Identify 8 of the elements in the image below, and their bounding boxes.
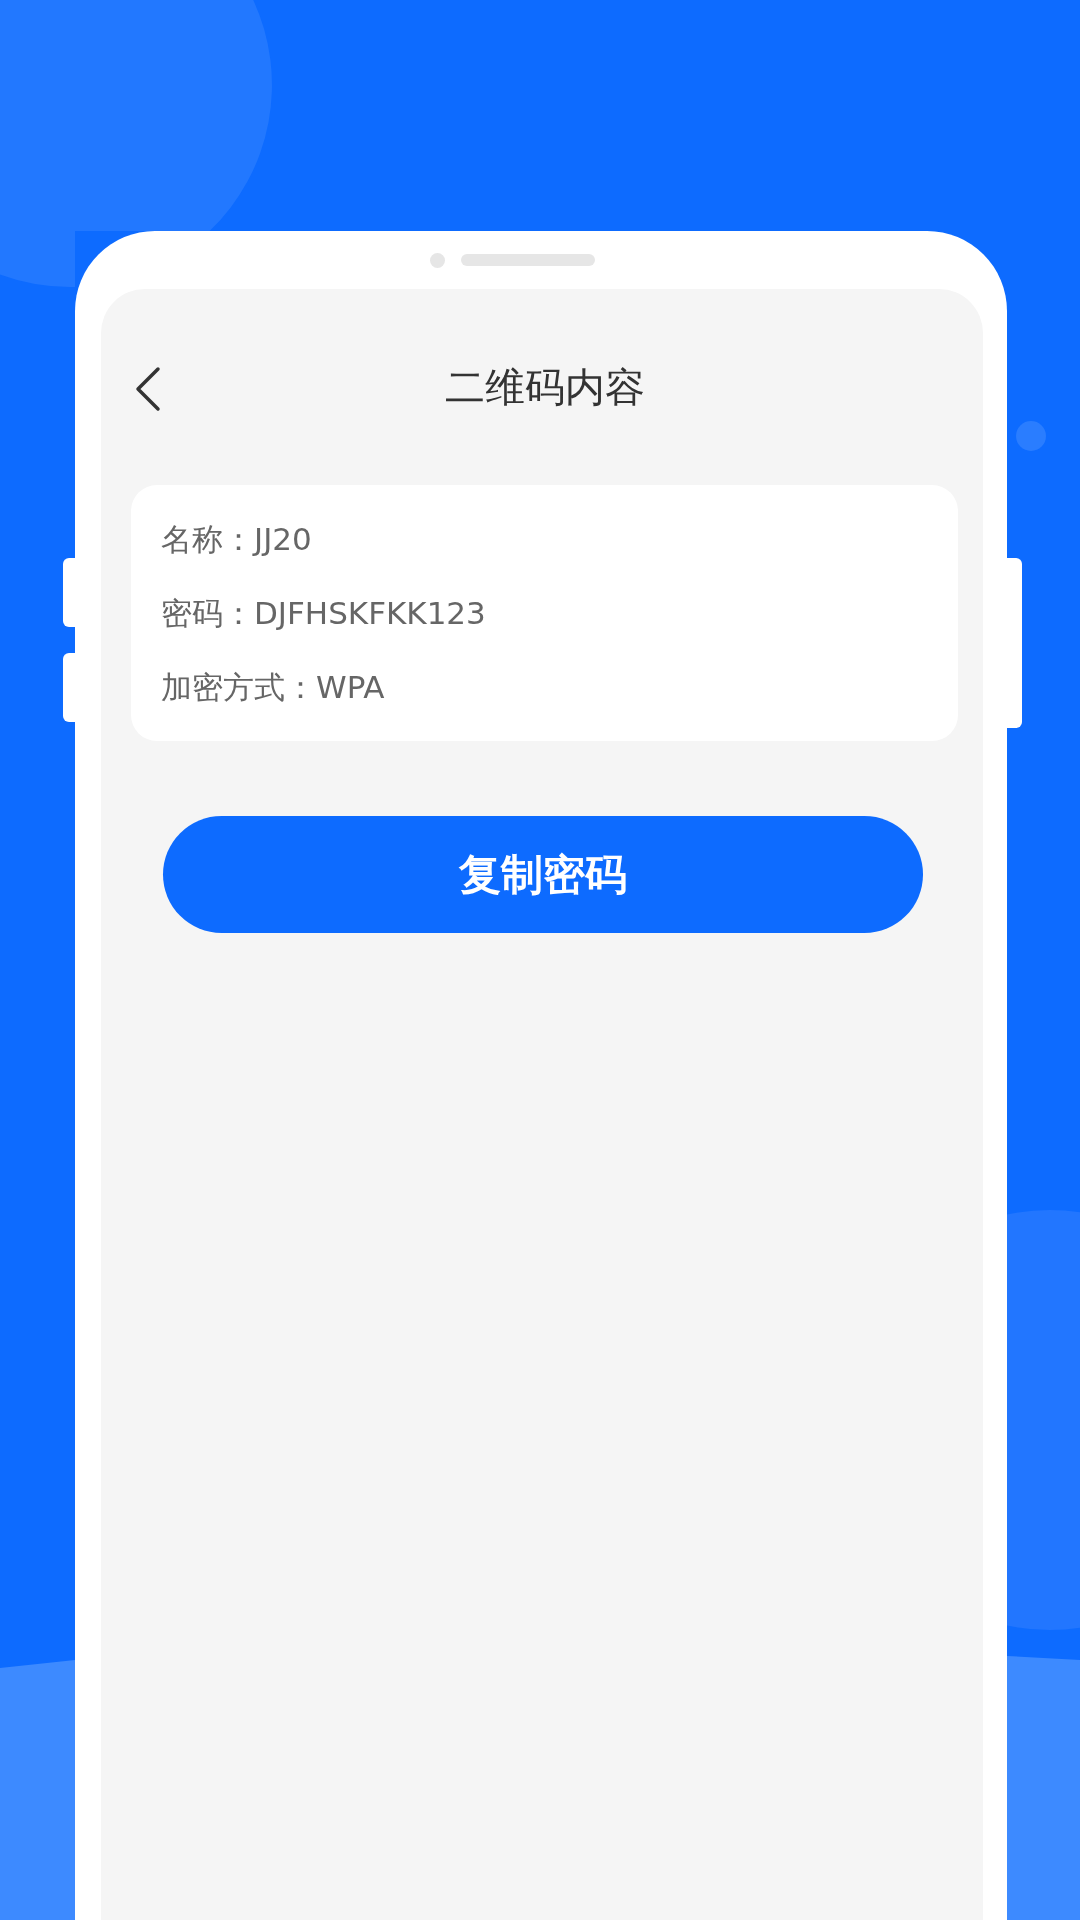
detail-text: 密码：DJFHSKFKK123 [161,595,487,631]
camera-dot [429,252,445,268]
background-dot [1016,421,1046,451]
detail-text: 加密方式：WPA [161,669,386,705]
page-title: 二维码内容 [444,362,645,412]
detail-text: 名称：JJ20 [161,521,313,557]
back-icon[interactable] [133,366,161,412]
copy-password-button[interactable]: 复制密码 [163,816,923,933]
